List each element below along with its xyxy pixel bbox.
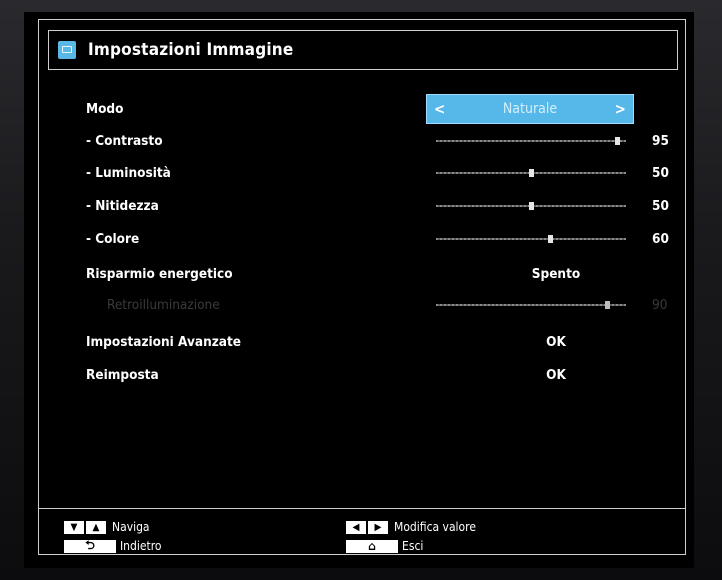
energy-saving-value[interactable]: Spento	[486, 263, 626, 285]
contrast-value: 95	[652, 133, 669, 149]
footer-divider	[38, 508, 686, 509]
setting-row-backlight: Retroilluminazione 90	[86, 294, 667, 316]
slider-knob[interactable]	[614, 137, 620, 145]
menu-frame: Impostazioni Immagine Modo < Naturale > …	[38, 19, 686, 555]
setting-row-sharpness[interactable]: - Nitidezza 50	[86, 195, 669, 217]
setting-row-energy-saving[interactable]: Risparmio energetico Spento	[86, 263, 646, 285]
chevron-right-icon[interactable]: >	[608, 98, 633, 120]
setting-label: Impostazioni Avanzate	[86, 334, 242, 350]
left-right-arrows-icon: ◀ ▶	[346, 520, 390, 534]
home-icon: ⌂	[346, 539, 398, 553]
setting-label: - Contrasto	[86, 133, 163, 149]
slider-knob[interactable]	[529, 169, 534, 177]
backlight-value: 90	[652, 297, 668, 313]
setting-label: Reimposta	[86, 367, 159, 383]
hint-modify-value: ◀ ▶ Modifica valore	[346, 520, 476, 534]
color-slider[interactable]	[436, 235, 626, 243]
slider-knob	[605, 301, 610, 309]
setting-row-contrast[interactable]: - Contrasto 95	[86, 130, 669, 152]
setting-row-color[interactable]: - Colore 60	[86, 228, 669, 250]
hint-label: Modifica valore	[394, 520, 476, 534]
mode-selector[interactable]: < Naturale >	[426, 94, 634, 124]
slider-knob[interactable]	[529, 202, 534, 210]
brightness-value: 50	[652, 165, 669, 181]
up-down-arrows-icon: ▼ ▲	[64, 520, 108, 534]
picture-settings-icon	[58, 41, 76, 59]
page-title: Impostazioni Immagine	[88, 40, 294, 60]
hint-exit: ⌂ Esci	[346, 539, 423, 553]
hint-label: Naviga	[112, 520, 150, 534]
setting-label: Risparmio energetico	[86, 266, 233, 282]
brightness-slider[interactable]	[436, 169, 626, 177]
setting-row-reset[interactable]: Reimposta OK	[86, 364, 646, 386]
mode-value: Naturale	[502, 101, 558, 117]
chevron-left-icon[interactable]: <	[427, 98, 452, 120]
backlight-slider	[436, 301, 626, 309]
tv-screen: Impostazioni Immagine Modo < Naturale > …	[24, 12, 694, 568]
reset-ok-button[interactable]: OK	[486, 364, 626, 386]
color-value: 60	[652, 231, 669, 247]
sharpness-slider[interactable]	[436, 202, 626, 210]
setting-label: - Nitidezza	[86, 198, 159, 214]
advanced-ok-button[interactable]: OK	[486, 331, 626, 353]
menu-title-bar: Impostazioni Immagine	[48, 30, 678, 70]
slider-knob[interactable]	[548, 235, 553, 243]
contrast-slider[interactable]	[436, 137, 626, 145]
setting-row-advanced[interactable]: Impostazioni Avanzate OK	[86, 331, 646, 353]
hint-back: ⮌ Indietro	[64, 538, 162, 553]
setting-label: Modo	[86, 101, 124, 117]
setting-row-brightness[interactable]: - Luminosità 50	[86, 162, 669, 184]
hint-navigate: ▼ ▲ Naviga	[64, 520, 150, 534]
return-icon: ⮌	[64, 538, 116, 553]
hint-label: Esci	[402, 539, 424, 553]
sharpness-value: 50	[652, 198, 669, 214]
setting-label: - Colore	[86, 231, 140, 247]
setting-label: Retroilluminazione	[107, 297, 220, 313]
setting-label: - Luminosità	[86, 165, 171, 181]
setting-row-mode[interactable]: Modo < Naturale >	[86, 94, 646, 124]
hint-label: Indietro	[120, 539, 162, 553]
